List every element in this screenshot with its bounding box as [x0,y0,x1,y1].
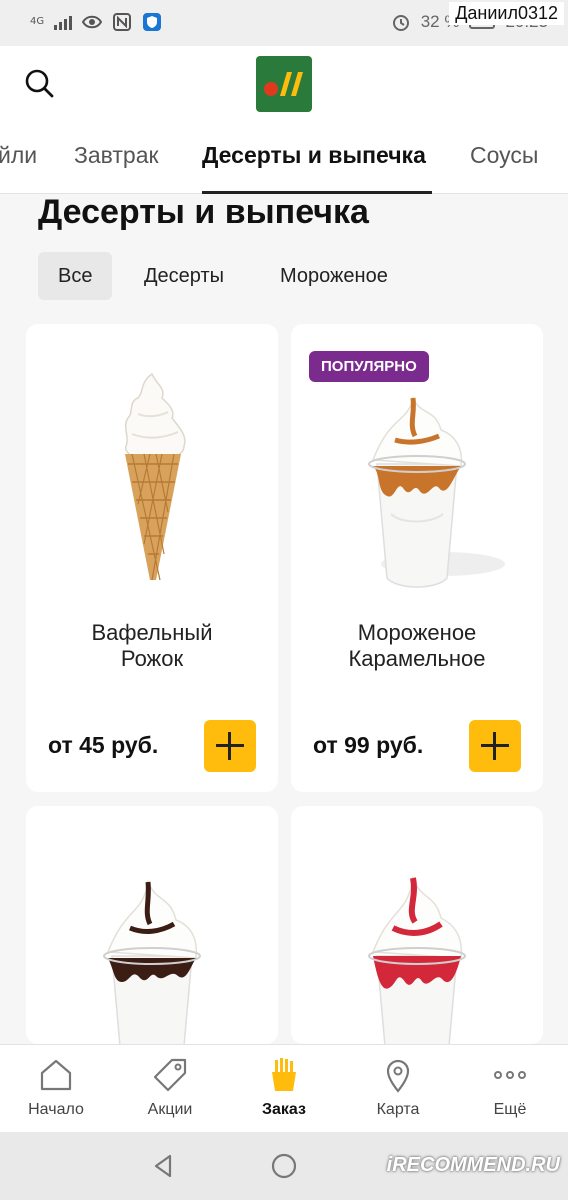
product-name: Вафельный Рожок [91,620,213,671]
system-navigation: iRECOMMEND.RU [0,1132,568,1200]
popular-badge: ПОПУЛЯРНО [309,351,429,382]
app-header [0,46,568,122]
tab-sauces[interactable]: Соусы [470,142,538,169]
home-icon [40,1059,72,1091]
tab-desserts[interactable]: Десерты и выпечка [202,142,426,169]
add-to-cart-button[interactable] [204,720,256,772]
eye-icon [82,15,103,29]
back-icon[interactable] [150,1152,178,1180]
nav-map[interactable]: Карта [348,1057,448,1119]
overlay-username: Даниил0312 [449,2,564,25]
tab-category-0[interactable]: йли [0,142,37,169]
signal-icon [54,14,73,30]
product-price: от 99 руб. [313,732,424,758]
caramel-sundae-icon [368,395,505,588]
filter-ice-cream[interactable]: Мороженое [260,252,408,300]
page-title: Десерты и выпечка [38,193,369,231]
status-left: 4G [30,12,162,32]
nav-label: Заказ [262,1101,306,1118]
network-type: 4G [30,16,45,27]
nav-label: Карта [376,1101,420,1118]
category-tabs: йли Завтрак Десерты и выпечка Соусы [0,122,568,194]
map-pin-icon [386,1059,410,1093]
watermark: iRECOMMEND.RU [386,1154,560,1176]
tab-breakfast[interactable]: Завтрак [74,142,159,169]
bottom-navigation: Начало Акции Заказ Карта Ещё [0,1044,568,1132]
product-card[interactable]: Вафельный Рожок от 45 руб. [26,324,278,792]
status-bar: 4G 32 % 20:23 Даниил0312 [0,0,568,46]
waffle-cone-icon [124,372,186,581]
filter-all[interactable]: Все [38,252,113,300]
nav-label: Акции [147,1101,193,1118]
nav-more[interactable]: Ещё [460,1057,560,1119]
nfc-icon [113,13,132,31]
nav-order[interactable]: Заказ [234,1057,334,1119]
alarm-icon [392,15,409,31]
fries-icon [272,1058,296,1091]
tag-icon [153,1058,187,1092]
more-icon [494,1071,526,1079]
home-circle-icon[interactable] [270,1152,298,1180]
shield-icon [143,13,162,31]
product-card[interactable] [26,806,278,1044]
nav-promotions[interactable]: Акции [120,1057,220,1119]
strawberry-sundae-icon [368,875,466,1044]
search-icon[interactable] [20,64,60,104]
nav-home[interactable]: Начало [6,1057,106,1119]
chocolate-sundae-icon [103,879,201,1044]
add-to-cart-button[interactable] [469,720,521,772]
filter-desserts[interactable]: Десерты [124,252,244,300]
product-price: от 45 руб. [48,732,159,758]
product-card[interactable]: ПОПУЛЯРНО Мороженое Карамельное от 99 ру… [291,324,543,792]
nav-label: Ещё [493,1101,527,1118]
product-card[interactable] [291,806,543,1044]
brand-logo-icon[interactable] [256,56,312,112]
product-name: Мороженое Карамельное [348,620,486,671]
nav-label: Начало [28,1101,84,1118]
